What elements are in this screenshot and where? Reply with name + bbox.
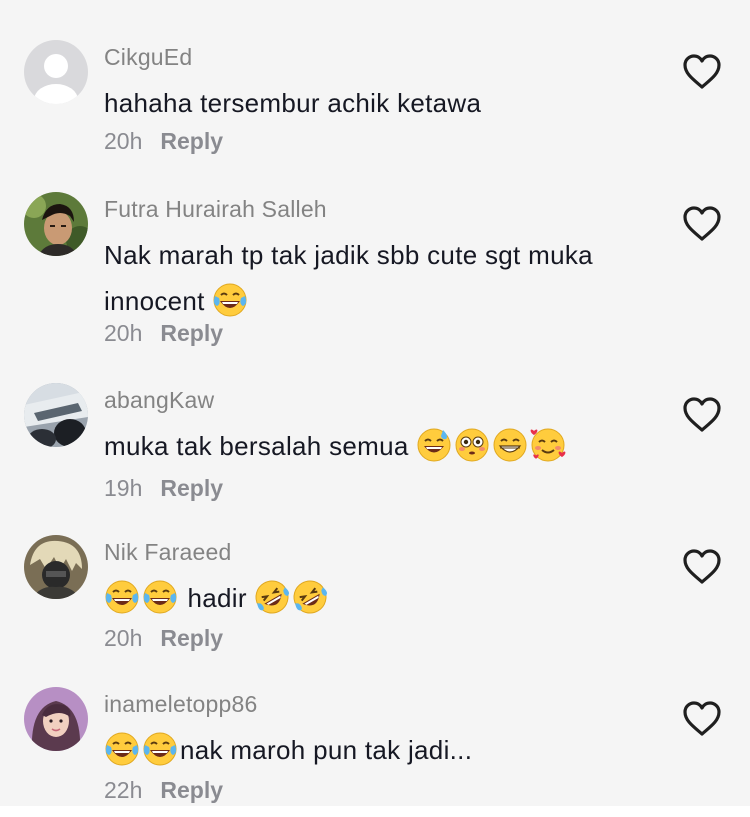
comment-username[interactable]: CikguEd bbox=[104, 44, 192, 71]
photo-avatar[interactable] bbox=[24, 687, 88, 751]
default-avatar[interactable] bbox=[24, 40, 88, 104]
face-with-tears-of-joy-emoji-icon bbox=[142, 731, 178, 767]
comment-item: CikguEd hahaha tersembur achik ketawa 20h R… bbox=[0, 40, 750, 170]
comment-item: abangKaw muka tak bersalah semua 19h Reply bbox=[0, 383, 750, 513]
comment-timestamp: 20h bbox=[104, 625, 143, 651]
comment-item: inameletopp86 nak maroh pun tak jadi... 22… bbox=[0, 687, 750, 817]
comment-text: muka tak bersalah semua bbox=[104, 423, 664, 469]
face-with-tears-of-joy-emoji-icon bbox=[104, 731, 140, 767]
comment-text-segment: nak maroh pun tak jadi... bbox=[180, 735, 473, 765]
smiling-face-with-hearts-emoji-icon bbox=[530, 427, 566, 463]
comment-text: hadir bbox=[104, 575, 664, 621]
comment-username[interactable]: Futra Hurairah Salleh bbox=[104, 196, 327, 223]
comment-meta: 20h Reply bbox=[104, 128, 223, 155]
comment-text-segment: hadir bbox=[180, 583, 255, 613]
face-with-tears-of-joy-emoji-icon bbox=[142, 579, 178, 615]
photo-avatar[interactable] bbox=[24, 192, 88, 256]
comment-timestamp: 20h bbox=[104, 320, 143, 346]
comment-text: hahaha tersembur achik ketawa bbox=[104, 80, 664, 126]
reply-button[interactable]: Reply bbox=[160, 625, 223, 651]
face-with-tears-of-joy-emoji-icon bbox=[104, 579, 140, 615]
comment-meta: 20h Reply bbox=[104, 625, 223, 652]
photo-avatar[interactable] bbox=[24, 383, 88, 447]
rolling-on-floor-laughing-emoji-icon bbox=[254, 579, 290, 615]
reply-button[interactable]: Reply bbox=[160, 777, 223, 803]
reply-button[interactable]: Reply bbox=[160, 320, 223, 346]
comment-item: Futra Hurairah Salleh Nak marah tp tak ja… bbox=[0, 192, 750, 346]
comments-panel: CikguEd hahaha tersembur achik ketawa 20h R… bbox=[0, 0, 750, 806]
rolling-on-floor-laughing-emoji-icon bbox=[292, 579, 328, 615]
reply-button[interactable]: Reply bbox=[160, 128, 223, 154]
beaming-face-emoji-icon bbox=[492, 427, 528, 463]
comment-username[interactable]: Nik Faraeed bbox=[104, 539, 231, 566]
grinning-sweat-emoji-icon bbox=[416, 427, 452, 463]
comment-item: Nik Faraeed hadir 20h Reply bbox=[0, 535, 750, 665]
comment-username[interactable]: inameletopp86 bbox=[104, 691, 258, 718]
photo-avatar[interactable] bbox=[24, 535, 88, 599]
comment-text-segment: Nak marah tp tak jadik sbb cute sgt muka… bbox=[104, 240, 593, 316]
flushed-face-emoji-icon bbox=[454, 427, 490, 463]
face-with-tears-of-joy-emoji-icon bbox=[212, 282, 248, 318]
comment-timestamp: 22h bbox=[104, 777, 143, 803]
heart-outline-icon[interactable] bbox=[682, 701, 722, 737]
heart-outline-icon[interactable] bbox=[682, 549, 722, 585]
comment-text: Nak marah tp tak jadik sbb cute sgt muka… bbox=[104, 232, 664, 324]
comment-text-segment: hahaha tersembur achik ketawa bbox=[104, 88, 482, 118]
comment-timestamp: 20h bbox=[104, 128, 143, 154]
comment-timestamp: 19h bbox=[104, 475, 143, 501]
comment-text: nak maroh pun tak jadi... bbox=[104, 727, 664, 773]
heart-outline-icon[interactable] bbox=[682, 206, 722, 242]
heart-outline-icon[interactable] bbox=[682, 397, 722, 433]
comment-username[interactable]: abangKaw bbox=[104, 387, 214, 414]
comment-meta: 22h Reply bbox=[104, 777, 223, 804]
reply-button[interactable]: Reply bbox=[160, 475, 223, 501]
comment-text-segment: muka tak bersalah semua bbox=[104, 431, 417, 461]
comment-meta: 20h Reply bbox=[104, 320, 223, 347]
heart-outline-icon[interactable] bbox=[682, 54, 722, 90]
comment-meta: 19h Reply bbox=[104, 475, 223, 502]
